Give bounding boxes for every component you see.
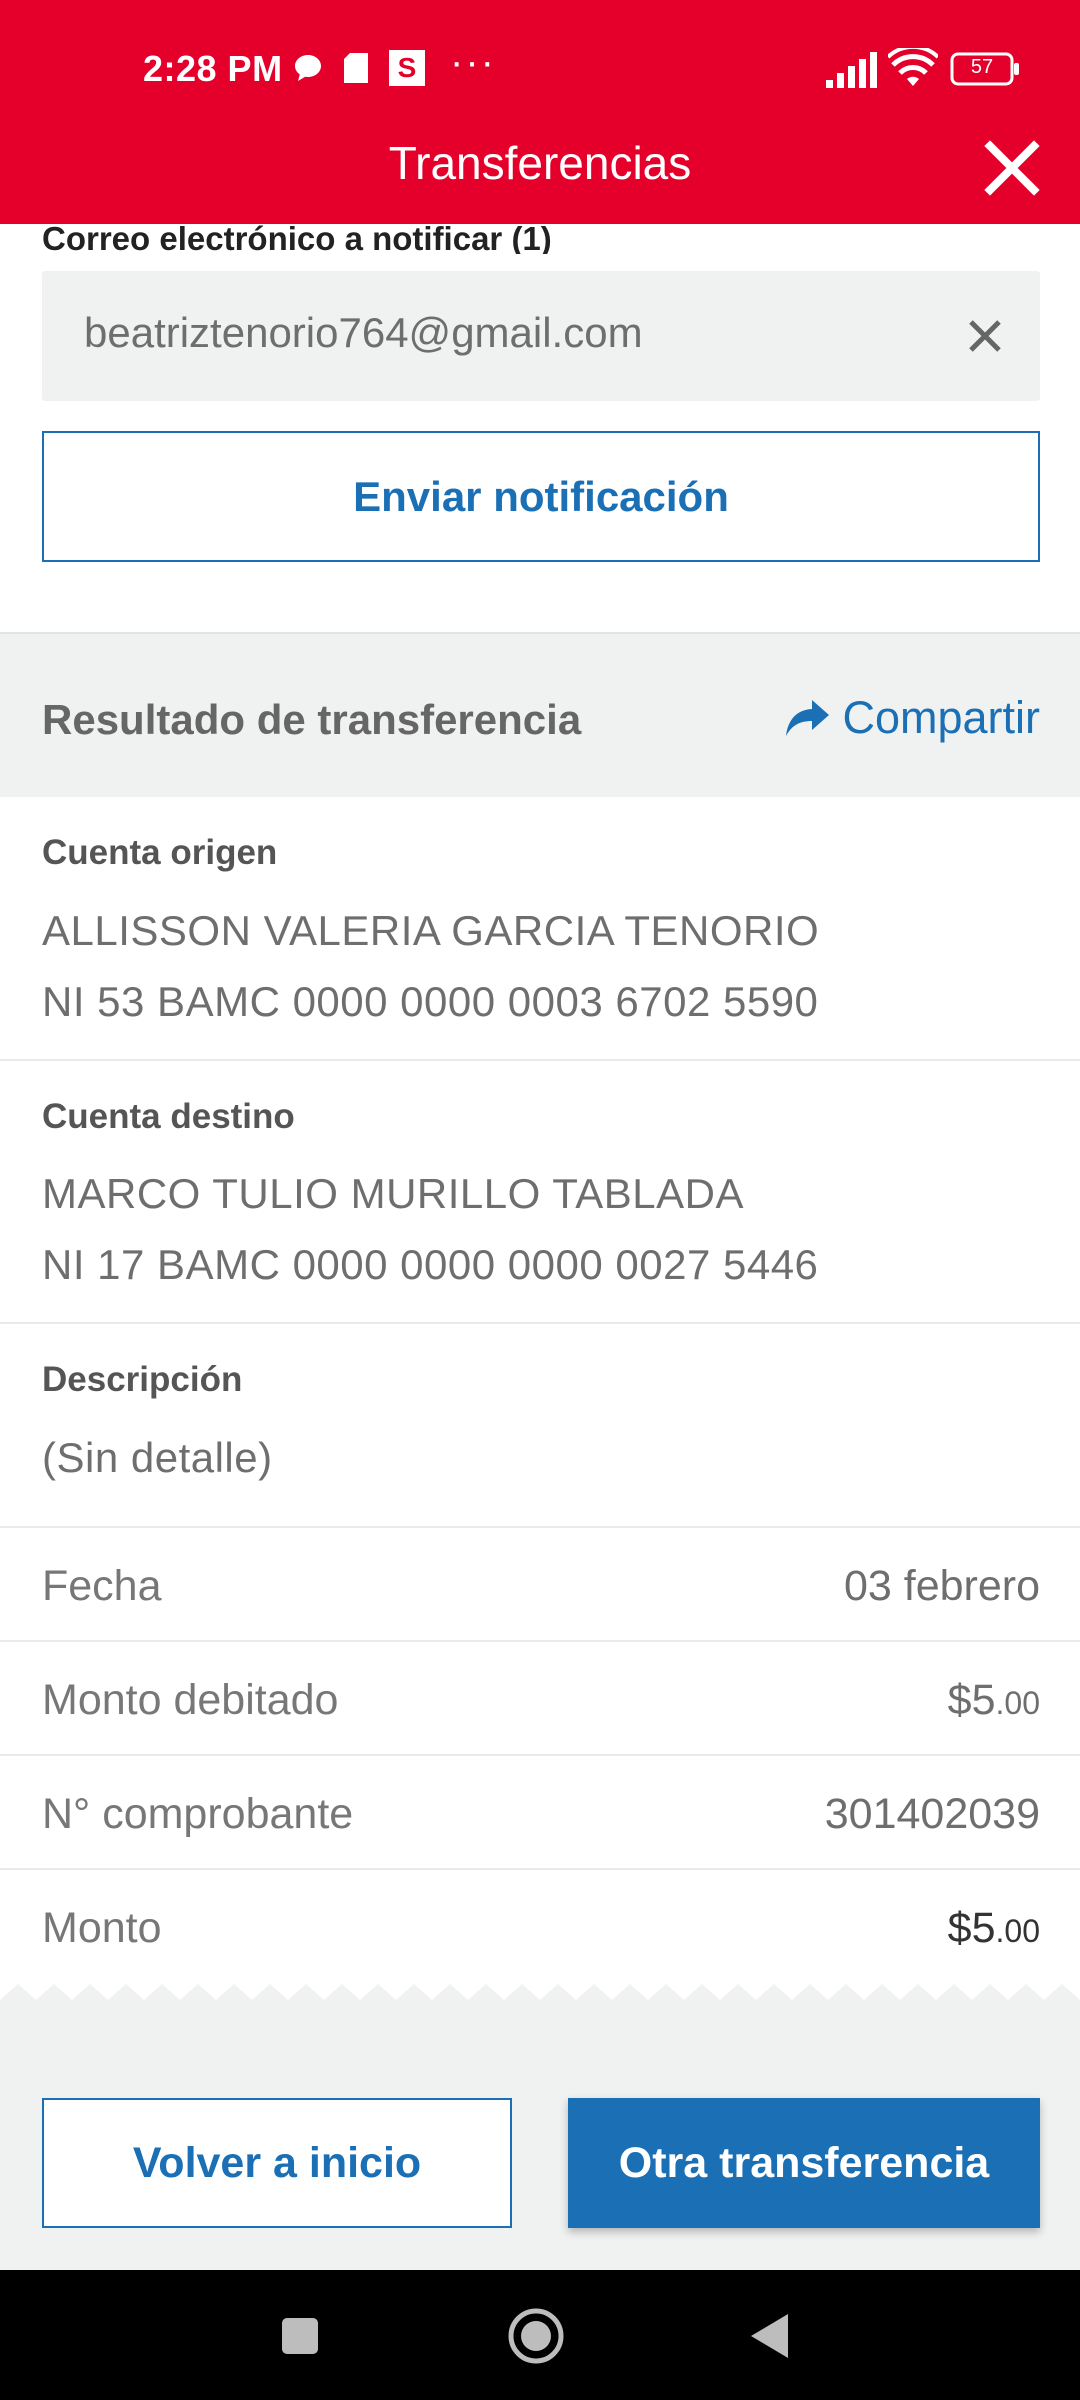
s-app-icon: S (389, 50, 425, 86)
voucher-row: N° comprobante 301402039 (0, 1756, 1080, 1870)
voucher-value: 301402039 (824, 1790, 1040, 1838)
email-value[interactable]: beatriztenorio764@gmail.com (84, 309, 643, 357)
amount-main: $5 (947, 1904, 996, 1952)
share-arrow-icon (786, 700, 830, 736)
description-block: Descripción (Sin detalle) (0, 1324, 1080, 1528)
debited-amount-label: Monto debitado (42, 1676, 339, 1724)
system-nav-bar (0, 2270, 1080, 2400)
another-transfer-button[interactable]: Otra transferencia (568, 2098, 1040, 2228)
origin-account-number: NI 53 BAMC 0000 0000 0003 6702 5590 (42, 978, 819, 1025)
home-icon[interactable] (506, 2306, 566, 2366)
home-button[interactable]: Volver a inicio (42, 2098, 512, 2228)
signal-icon (826, 52, 877, 88)
origin-label: Cuenta origen (42, 833, 278, 872)
destination-name: MARCO TULIO MURILLO TABLADA (42, 1170, 744, 1217)
debited-amount-value: $5.00 (948, 1676, 1040, 1725)
origin-name: ALLISSON VALERIA GARCIA TENORIO (42, 907, 820, 954)
amount-value: $5.00 (948, 1904, 1040, 1953)
date-row: Fecha 03 febrero (0, 1528, 1080, 1642)
debited-amount-main: $5 (947, 1676, 996, 1724)
recent-apps-icon[interactable] (280, 2316, 320, 2356)
description-label: Descripción (42, 1360, 243, 1399)
battery-level: 57 (970, 56, 994, 78)
chat-bubble-icon (295, 55, 321, 81)
sim-card-icon (344, 53, 368, 83)
status-time: 2:28 PM (143, 48, 283, 89)
result-header: Resultado de transferencia Compartir (0, 632, 1080, 797)
result-title: Resultado de transferencia (42, 696, 582, 743)
origin-account-block: Cuenta origen ALLISSON VALERIA GARCIA TE… (0, 797, 1080, 1061)
share-button[interactable]: Compartir (784, 692, 1040, 744)
more-icon: ··· (450, 40, 496, 84)
email-field[interactable]: beatriztenorio764@gmail.com (42, 271, 1040, 401)
destination-account-number: NI 17 BAMC 0000 0000 0000 0027 5446 (42, 1241, 819, 1288)
amount-row: Monto $5.00 (0, 1870, 1080, 1984)
status-bar: 2:28 PM S ··· 57 (0, 0, 1080, 140)
date-value: 03 febrero (843, 1562, 1040, 1610)
notification-section: Correo electrónico a notificar (1) beatr… (0, 224, 1080, 632)
app-header: 2:28 PM S ··· 57 Transferencias (0, 0, 1080, 224)
amount-cents: .00 (995, 1913, 1040, 1949)
destination-label: Cuenta destino (42, 1097, 295, 1136)
send-notification-button[interactable]: Enviar notificación (42, 431, 1040, 562)
page-title: Transferencias (388, 137, 692, 189)
amount-label: Monto (42, 1904, 162, 1952)
debited-amount-cents: .00 (995, 1685, 1040, 1721)
destination-account-block: Cuenta destino MARCO TULIO MURILLO TABLA… (0, 1061, 1080, 1324)
date-label: Fecha (42, 1562, 162, 1610)
description-value: (Sin detalle) (42, 1434, 273, 1481)
close-icon[interactable] (984, 140, 1040, 196)
debited-amount-row: Monto debitado $5.00 (0, 1642, 1080, 1756)
voucher-label: N° comprobante (42, 1790, 354, 1838)
wifi-icon (888, 48, 938, 86)
action-area: Volver a inicio Otra transferencia (0, 2000, 1080, 2270)
email-label: Correo electrónico a notificar (1) (42, 224, 552, 254)
close-icon[interactable] (962, 313, 1008, 359)
share-label: Compartir (842, 692, 1040, 743)
receipt-edge (0, 1984, 1080, 2014)
back-icon[interactable] (748, 2312, 792, 2360)
